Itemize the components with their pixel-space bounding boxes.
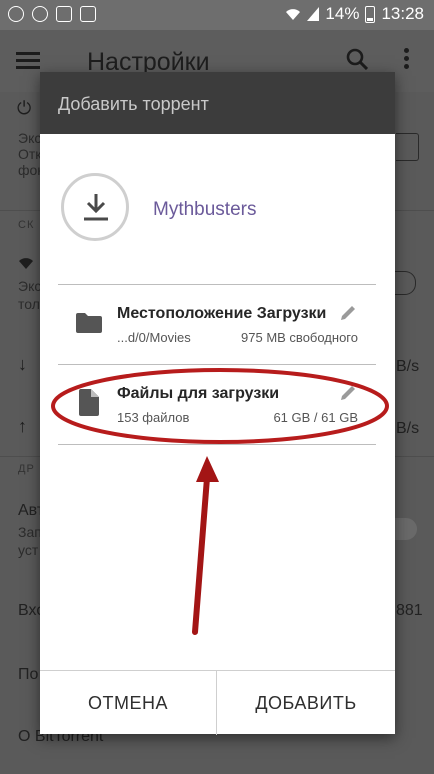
battery-icon	[365, 5, 376, 23]
bg-text: Отк	[18, 146, 42, 162]
bg-text: Экс	[18, 278, 42, 294]
status-bar: 14% 13:28	[0, 0, 434, 30]
dialog-header: Добавить торрент	[40, 72, 395, 134]
notification-icon	[32, 6, 48, 22]
location-title: Местоположение Загрузки	[117, 305, 327, 322]
download-arrow-icon: ↓	[18, 354, 27, 374]
bg-text: Экс	[18, 130, 42, 146]
edit-pencil-icon[interactable]	[339, 304, 357, 322]
add-torrent-dialog: Добавить торрент Mythbusters Местоположе…	[40, 72, 395, 735]
files-to-download-row[interactable]	[58, 365, 376, 443]
dialog-button-bar: ОТМЕНА ДОБАВИТЬ	[40, 670, 395, 735]
torrent-name: Mythbusters	[153, 199, 257, 220]
more-options-icon[interactable]	[404, 48, 410, 70]
notification-icons	[8, 6, 96, 22]
wifi-icon	[19, 258, 33, 269]
dialog-title: Добавить торрент	[58, 94, 209, 114]
files-size: 61 GB / 61 GB	[273, 410, 358, 425]
bg-value: 881	[396, 602, 423, 619]
bg-section-label: СК	[18, 219, 35, 231]
bg-speed: B/s	[396, 358, 420, 375]
clock: 13:28	[381, 4, 424, 23]
location-free-space: 975 MB свободного	[241, 330, 358, 345]
add-button[interactable]: ДОБАВИТЬ	[217, 671, 395, 735]
folder-icon	[76, 313, 102, 333]
upload-arrow-icon: ↑	[18, 416, 27, 436]
divider	[58, 444, 376, 445]
edit-pencil-icon[interactable]	[339, 384, 357, 402]
bg-button-edge	[396, 133, 419, 161]
search-icon[interactable]	[346, 48, 368, 70]
bg-text: тол	[18, 296, 40, 312]
bg-toggle-edge	[395, 518, 417, 540]
cancel-button[interactable]: ОТМЕНА	[40, 671, 217, 735]
app-notification-icon	[80, 6, 96, 22]
download-location-row[interactable]	[58, 285, 376, 364]
file-icon	[79, 389, 99, 416]
signal-icon	[307, 7, 320, 21]
battery-percent: 14%	[325, 4, 360, 23]
bg-section-label: ДР	[18, 463, 35, 475]
files-count: 153 файлов	[117, 410, 190, 425]
bg-speed: B/s	[396, 420, 420, 437]
bg-text: уст	[18, 542, 39, 558]
image-notification-icon	[56, 6, 72, 22]
wifi-icon	[286, 9, 301, 20]
bg-text: По	[18, 666, 39, 683]
download-icon	[61, 173, 129, 241]
location-path: ...d/0/Movies	[117, 330, 191, 345]
bg-toggle-edge	[395, 271, 416, 295]
power-icon: ⏻	[17, 98, 32, 118]
files-title: Файлы для загрузки	[117, 385, 280, 402]
bg-text: Зап	[18, 524, 42, 540]
notification-icon	[8, 6, 24, 22]
menu-icon[interactable]	[16, 52, 40, 70]
